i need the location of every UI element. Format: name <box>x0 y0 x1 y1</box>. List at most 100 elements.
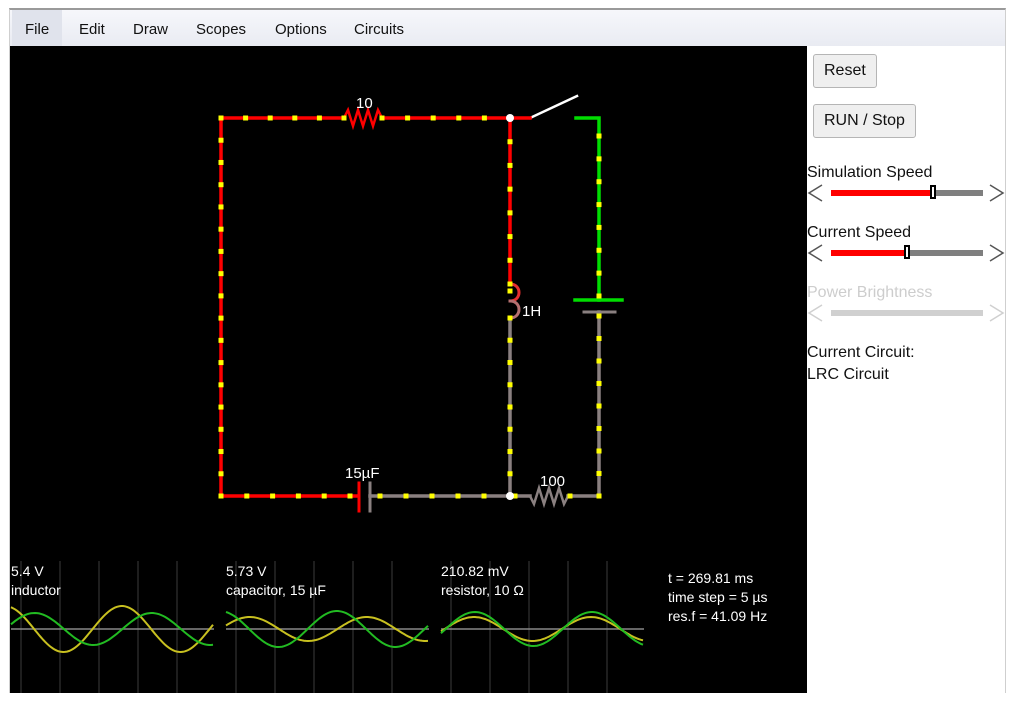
current-dot <box>596 471 602 476</box>
circuit-canvas[interactable]: 10 1H 15µF 100 5.4 V inductor 5.73 V cap… <box>10 46 807 693</box>
current-dot <box>567 493 573 499</box>
current-dot <box>243 115 249 121</box>
slider-thumb[interactable] <box>904 245 910 259</box>
chevron-right-icon[interactable] <box>987 242 1005 264</box>
wire-right-green[interactable] <box>574 116 601 302</box>
current-dot <box>218 449 224 455</box>
current-speed-slider[interactable] <box>807 242 1005 264</box>
junction-bottom <box>506 492 514 500</box>
current-dot <box>321 493 327 499</box>
current-dot <box>507 315 513 321</box>
reset-button[interactable]: Reset <box>813 54 877 88</box>
run-stop-button[interactable]: RUN / Stop <box>813 104 916 138</box>
current-dot <box>596 247 602 253</box>
switch[interactable] <box>528 94 579 120</box>
current-dot <box>596 133 602 139</box>
slider-thumb[interactable] <box>929 185 936 199</box>
current-dot <box>429 493 435 499</box>
current-dot <box>405 115 411 121</box>
current-dot <box>596 493 602 499</box>
simulation-speed-slider[interactable] <box>807 182 1005 204</box>
current-dot <box>596 426 602 431</box>
current-dot <box>507 404 513 410</box>
slider-track <box>831 310 983 316</box>
chevron-right-icon[interactable] <box>987 182 1005 204</box>
current-dot <box>218 337 224 343</box>
scope-1[interactable] <box>11 561 214 693</box>
simulation-speed-label: Simulation Speed <box>807 164 933 181</box>
slider-track[interactable] <box>831 245 983 259</box>
inductor-1h-lower[interactable] <box>508 299 521 320</box>
resistor-bottom-label: 100 <box>540 473 565 490</box>
resistor-10[interactable] <box>342 105 384 131</box>
current-dot <box>507 471 513 477</box>
current-dot <box>218 115 224 121</box>
current-dot <box>270 493 276 499</box>
power-brightness-slider <box>807 302 1005 324</box>
current-dot <box>507 281 513 287</box>
current-dot <box>596 224 602 230</box>
scope-2-name: capacitor, 15 µF <box>226 582 326 598</box>
scope-3[interactable] <box>441 561 644 693</box>
sim-time: t = 269.81 ms <box>668 570 753 586</box>
current-dot <box>596 270 602 276</box>
current-dot <box>507 426 513 432</box>
current-dot <box>596 403 602 409</box>
current-dot <box>507 288 513 294</box>
current-circuit-name: LRC Circuit <box>807 366 889 383</box>
current-dot <box>292 115 298 121</box>
current-dot <box>218 382 224 388</box>
current-dot <box>347 493 353 499</box>
current-dot <box>456 115 462 121</box>
resistor-top-label: 10 <box>356 95 373 112</box>
current-dot <box>267 115 273 121</box>
current-dot <box>507 382 513 388</box>
menu-edit[interactable]: Edit <box>66 10 118 46</box>
current-dot <box>218 204 224 210</box>
app-window: File Edit Draw Scopes Options Circuits 1… <box>9 8 1006 693</box>
menu-bar: File Edit Draw Scopes Options Circuits <box>10 10 1005 47</box>
current-dot <box>596 202 602 208</box>
current-dot <box>507 234 513 240</box>
menu-scopes[interactable]: Scopes <box>183 10 259 46</box>
slider-track[interactable] <box>831 185 983 199</box>
current-dot <box>481 115 487 121</box>
current-dot <box>596 448 602 454</box>
scope-1-value: 5.4 V <box>11 563 44 579</box>
current-dot <box>507 186 513 192</box>
current-dot <box>507 257 513 263</box>
scope-2[interactable] <box>226 561 429 693</box>
current-circuit-label: Current Circuit: <box>807 344 915 361</box>
chevron-right-icon <box>989 304 1005 322</box>
resistor-100[interactable] <box>528 483 570 509</box>
sidebar: Reset RUN / Stop Simulation Speed Curren… <box>807 46 1005 693</box>
current-dot <box>218 360 224 366</box>
chevron-left-icon[interactable] <box>807 182 825 204</box>
wire-bottom-right-b[interactable] <box>566 310 601 498</box>
menu-draw[interactable]: Draw <box>120 10 181 46</box>
inductor-label: 1H <box>522 303 541 320</box>
current-dot <box>455 493 461 499</box>
current-dot <box>218 471 224 477</box>
current-dot <box>596 179 602 185</box>
power-brightness-label: Power Brightness <box>807 284 933 301</box>
current-dot <box>218 137 224 143</box>
current-dot <box>316 115 322 121</box>
chevron-left-icon[interactable] <box>807 242 825 264</box>
current-dot <box>507 449 513 454</box>
current-dot <box>507 210 513 216</box>
current-dot <box>403 493 409 499</box>
current-dot <box>596 156 602 162</box>
current-dot <box>295 493 301 499</box>
current-dot <box>596 358 602 364</box>
chevron-left-icon <box>807 304 823 322</box>
current-dot <box>507 162 513 168</box>
menu-circuits[interactable]: Circuits <box>341 10 417 46</box>
current-dot <box>218 271 224 277</box>
menu-options[interactable]: Options <box>262 10 340 46</box>
scope-2-value: 5.73 V <box>226 563 267 579</box>
menu-file[interactable]: File <box>12 10 63 46</box>
current-dot <box>218 315 224 321</box>
current-dot <box>596 293 602 299</box>
current-dot <box>218 426 224 432</box>
